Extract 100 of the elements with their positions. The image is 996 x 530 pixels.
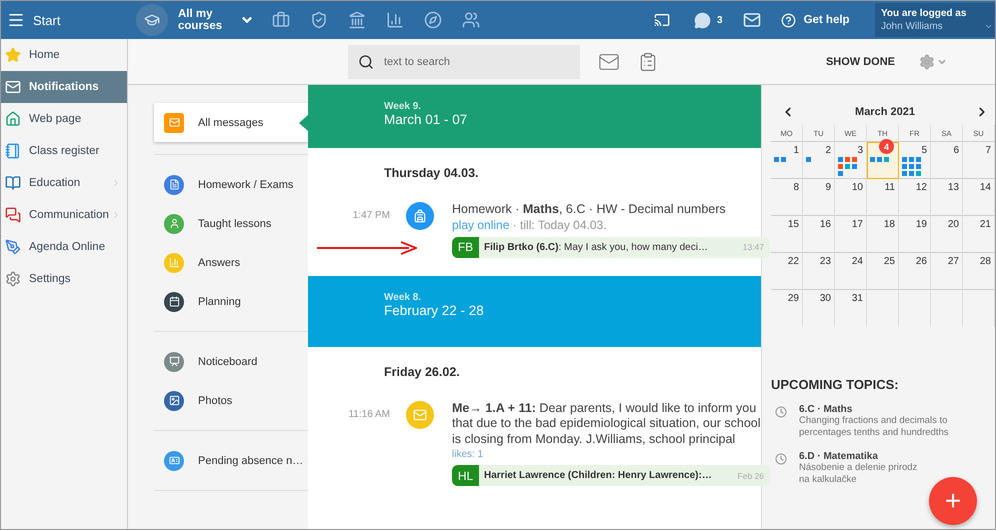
calendar-day[interactable]: 27 xyxy=(931,253,963,290)
initials-avatar: HL xyxy=(452,465,479,486)
calendar-day[interactable]: 20 xyxy=(931,216,963,253)
calendar-day[interactable]: 7 xyxy=(963,142,995,179)
calendar-day[interactable]: 14 xyxy=(963,179,995,216)
courses-dropdown[interactable]: All my courses xyxy=(178,8,240,32)
calendar-day[interactable]: 21 xyxy=(963,216,995,253)
calendar-day[interactable]: 5 xyxy=(899,142,931,179)
calendar-day[interactable]: 9 xyxy=(803,179,835,216)
calendar-day[interactable]: 15 xyxy=(771,216,803,253)
backpack-icon xyxy=(406,202,434,230)
sidebar-item[interactable]: Education xyxy=(1,167,127,199)
message-time: 11:16 AM xyxy=(347,408,390,420)
chat-count: 3 xyxy=(717,14,723,26)
comment-time: Feb 26 xyxy=(738,470,765,480)
sidebar-item[interactable]: Web page xyxy=(1,103,127,135)
filter-item[interactable]: Photos xyxy=(154,381,308,420)
filter-item[interactable]: Taught lessons xyxy=(154,204,308,243)
calendar-day[interactable]: 16 xyxy=(803,216,835,253)
shield-icon[interactable] xyxy=(310,11,328,29)
sidebar-item[interactable]: Settings xyxy=(1,263,127,295)
people-icon[interactable] xyxy=(462,11,480,29)
filter-item[interactable]: Pending absence n… xyxy=(154,441,308,480)
mail-icon[interactable] xyxy=(742,11,761,29)
filter-item[interactable]: All messages xyxy=(154,103,308,142)
house-icon xyxy=(5,111,21,127)
help-icon xyxy=(780,12,796,28)
show-done-button[interactable]: SHOW DONE xyxy=(820,54,901,68)
search-field[interactable]: text to search xyxy=(348,44,580,78)
bar-chart-icon[interactable] xyxy=(386,11,404,29)
briefcase-icon[interactable] xyxy=(272,11,290,29)
bank-icon[interactable] xyxy=(348,11,366,29)
calendar-day[interactable]: 29 xyxy=(771,290,803,327)
calendar-day[interactable]: 2 xyxy=(803,142,835,179)
sidebar-item[interactable]: Home xyxy=(1,39,127,71)
calendar-day[interactable]: 31 xyxy=(835,290,867,327)
week-label: Week 9. xyxy=(384,101,422,112)
message-text: Me→ 1.A + 11: Dear parents, I would like to inform you that due to the bad epidemiological situation, our school is closing from Monday. J.Williams, school principal xyxy=(452,400,762,447)
sidebar-item[interactable]: Notifications xyxy=(1,71,127,103)
notebook-icon xyxy=(5,143,21,159)
sidebar-item[interactable]: Communication xyxy=(1,199,127,231)
calendar-day[interactable]: 22 xyxy=(771,253,803,290)
topic-title[interactable]: 6.D · Matematika xyxy=(799,451,958,462)
calendar-day[interactable]: 25 xyxy=(867,253,899,290)
calendar-day[interactable]: 4 xyxy=(867,142,899,179)
message-meta: · till: Today 04.03. xyxy=(512,218,607,232)
comment-bubble[interactable]: HL Harriet Lawrence (Children: Henry Lawrence):… Feb 26 xyxy=(452,465,770,486)
gear-icon xyxy=(5,271,21,287)
menu-button[interactable]: Start xyxy=(1,11,136,29)
week-range: March 01 - 07 xyxy=(384,112,468,127)
star-icon xyxy=(5,47,21,63)
pen-icon xyxy=(5,239,21,255)
clock-icon xyxy=(775,406,787,418)
calendar-day[interactable]: 10 xyxy=(835,179,867,216)
filter-item[interactable]: Answers xyxy=(154,243,308,282)
caret-icon xyxy=(984,22,993,31)
comment-text: Filip Brtko (6.C): May I ask you, how many deci… xyxy=(483,242,709,252)
topic-title[interactable]: 6.C · Maths xyxy=(799,404,995,415)
calendar-day[interactable]: 6 xyxy=(931,142,963,179)
calendar-day[interactable]: 18 xyxy=(867,216,899,253)
sidebar-item[interactable]: Class register xyxy=(1,135,127,167)
comment-bubble[interactable]: FB Filip Brtko (6.C): May I ask you, how many deci… 13:47 xyxy=(452,236,770,258)
calendar-day[interactable]: 30 xyxy=(803,290,835,327)
clipboard-icon[interactable] xyxy=(638,52,658,72)
calendar-title: March 2021 xyxy=(855,106,915,118)
day-heading: Friday 26.02. xyxy=(383,364,461,378)
calendar-day[interactable]: 28 xyxy=(963,253,995,290)
day-heading: Thursday 04.03. xyxy=(383,165,480,180)
settings-icon[interactable] xyxy=(919,54,935,70)
sidebar-item[interactable]: Agenda Online xyxy=(1,231,127,263)
filter-item[interactable]: Planning xyxy=(154,282,308,321)
chat-icon[interactable] xyxy=(694,12,711,28)
add-button[interactable]: + xyxy=(929,477,977,525)
help-link[interactable]: Get help xyxy=(780,12,850,28)
calendar-day[interactable]: 24 xyxy=(835,253,867,290)
calendar-day[interactable]: 17 xyxy=(835,216,867,253)
envelope-icon xyxy=(406,400,434,428)
filter-item[interactable]: Homework / Exams xyxy=(154,165,308,204)
section-heading: UPCOMING TOPICS: xyxy=(771,377,900,392)
book-icon xyxy=(5,175,21,191)
message-text: Homework · Maths, 6.C · HW - Decimal numbers xyxy=(452,202,727,218)
cast-icon[interactable] xyxy=(654,12,670,28)
calendar-day[interactable]: 23 xyxy=(803,253,835,290)
comment-text: Harriet Lawrence (Children: Henry Lawrence):… xyxy=(483,470,713,481)
calendar-day[interactable]: 11 xyxy=(867,179,899,216)
topic-description: Násobenie a delenie prirodz na kalkulačke xyxy=(799,462,918,486)
calendar-day[interactable]: 12 xyxy=(899,179,931,216)
user-menu[interactable]: You are logged as John Williams xyxy=(875,3,995,37)
calendar-day[interactable]: 1 xyxy=(771,142,803,179)
comment-time: 13:47 xyxy=(742,242,765,252)
week-range: February 22 - 28 xyxy=(384,302,485,318)
search-icon xyxy=(358,54,374,70)
clock-icon xyxy=(775,453,787,465)
calendar-day[interactable]: 19 xyxy=(899,216,931,253)
compass-icon[interactable] xyxy=(424,11,442,29)
calendar-day[interactable]: 8 xyxy=(771,179,803,216)
calendar-day[interactable]: 13 xyxy=(931,179,963,216)
filter-item[interactable]: Noticeboard xyxy=(154,342,308,381)
event-count-badge: 4 xyxy=(879,139,894,154)
calendar-day[interactable]: 26 xyxy=(899,253,931,290)
